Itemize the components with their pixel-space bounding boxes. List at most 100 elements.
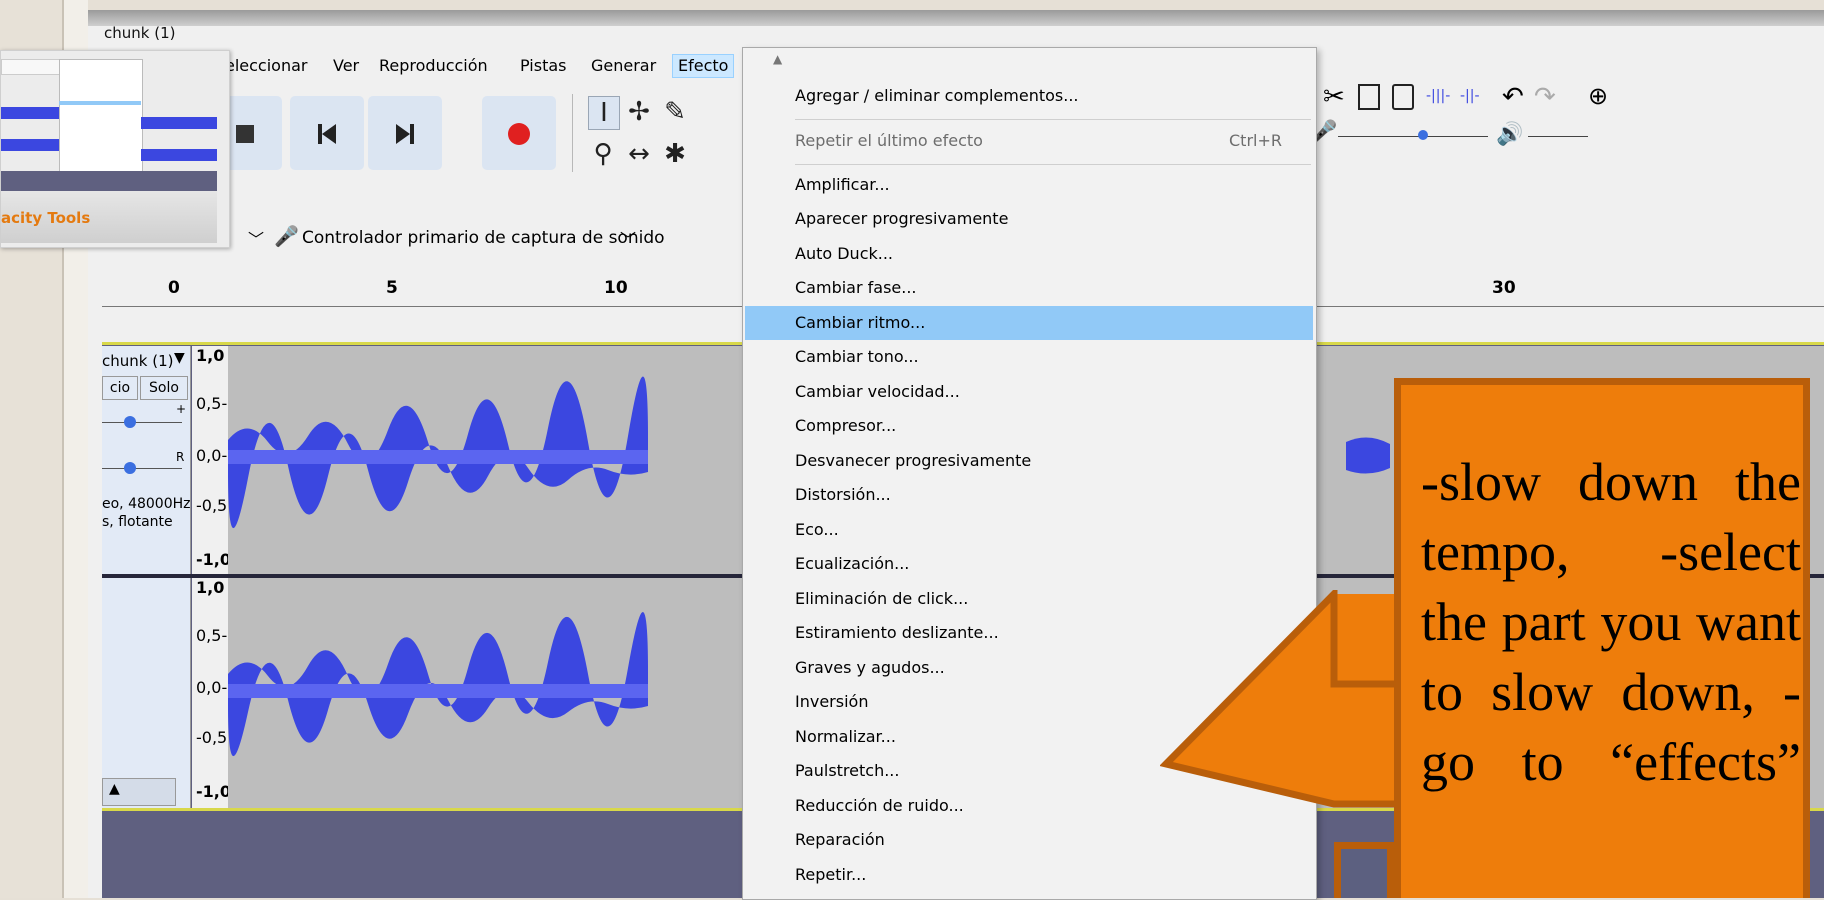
ruler-label: 30: [1492, 278, 1516, 298]
silence-icon[interactable]: -||-: [1460, 88, 1488, 106]
track-control-panel: chunk (1) ▼ cio Solo + R eo, 48000Hz s, …: [102, 346, 191, 576]
menu-item-auto-duck[interactable]: Auto Duck...: [795, 237, 893, 271]
cut-icon[interactable]: ✂: [1323, 82, 1345, 112]
menu-item-estiramiento-deslizante[interactable]: Estiramiento deslizante...: [795, 616, 999, 650]
thumbnail-menu-highlight: [59, 101, 141, 105]
skip-end-button[interactable]: [368, 96, 442, 170]
skip-start-button[interactable]: [290, 96, 364, 170]
slide-thumbnail[interactable]: acity Tools: [0, 50, 230, 248]
menu-item-aparecer-progresivamente[interactable]: Aparecer progresivamente: [795, 202, 1008, 236]
menu-item-cambiar-tono[interactable]: Cambiar tono...: [795, 340, 919, 374]
mute-button[interactable]: cio: [102, 376, 138, 400]
collapse-track-button[interactable]: ▲: [102, 778, 176, 806]
record-volume-thumb[interactable]: [1418, 130, 1428, 140]
ruler-label: 10: [604, 278, 628, 298]
ruler-label: 0: [168, 278, 180, 298]
gain-slider[interactable]: [102, 422, 182, 423]
menu-item-agregar-complementos[interactable]: Agregar / eliminar complementos...: [795, 79, 1079, 113]
timeshift-tool-icon[interactable]: ↔: [624, 138, 654, 170]
pan-right-label: R: [176, 450, 185, 464]
thumbnail-menu: [59, 59, 143, 189]
menu-item-amplificar[interactable]: Amplificar...: [795, 168, 890, 202]
chevron-down-icon[interactable]: ﹀: [620, 226, 636, 250]
track-name[interactable]: chunk (1): [102, 352, 173, 370]
trim-icon[interactable]: -|||-: [1426, 88, 1454, 106]
chevron-down-icon[interactable]: ﹀: [248, 226, 264, 250]
menu-item-cambiar-velocidad[interactable]: Cambiar velocidad...: [795, 375, 960, 409]
menu-item-eco[interactable]: Eco...: [795, 513, 839, 547]
menu-item-cambiar-ritmo[interactable]: Cambiar ritmo...: [795, 306, 925, 340]
window-frame: [88, 10, 1824, 26]
recording-device-select[interactable]: Controlador primario de captura de sonid…: [302, 228, 665, 248]
scale-label: 0,5-: [196, 626, 228, 645]
collapse-arrow-icon: ▲: [109, 781, 120, 797]
callout-arrow: [1160, 590, 1406, 808]
ruler-label: 5: [386, 278, 398, 298]
menu-ver[interactable]: Ver: [328, 55, 364, 77]
record-icon: [508, 123, 530, 145]
thumbnail-track-area: [1, 171, 217, 191]
vertical-scale: 1,0 0,5- 0,0- -0,5- -1,0: [192, 346, 233, 576]
envelope-tool-icon[interactable]: ✢: [624, 96, 654, 128]
instruction-callout: -slow down the tempo, -select the part y…: [1394, 378, 1810, 898]
menu-item-paulstretch[interactable]: Paulstretch...: [795, 754, 899, 788]
draw-tool-icon[interactable]: ✎: [660, 96, 690, 128]
scale-label: 0,0-: [196, 678, 228, 697]
callout-tail: [1334, 842, 1394, 898]
skip-end-icon: [396, 124, 414, 144]
scale-label: 0,5-: [196, 394, 228, 413]
undo-icon[interactable]: ↶: [1502, 82, 1524, 112]
menu-item-ecualizacion[interactable]: Ecualización...: [795, 547, 909, 581]
multi-tool-icon[interactable]: ✱: [660, 138, 690, 170]
track-info-rate: eo, 48000Hz: [102, 496, 191, 512]
menu-item-reduccion-ruido[interactable]: Reducción de ruido...: [795, 789, 964, 823]
zoom-in-icon[interactable]: ⊕: [1588, 82, 1608, 110]
scale-label: 0,0-: [196, 446, 228, 465]
record-button[interactable]: [482, 96, 556, 170]
gain-slider-thumb[interactable]: [124, 416, 136, 428]
track-info-format: s, flotante: [102, 514, 173, 530]
thumbnail-waveform: [141, 149, 217, 161]
menu-item-desvanecer-progresivamente[interactable]: Desvanecer progresivamente: [795, 444, 1031, 478]
vertical-scale: 1,0 0,5- 0,0- -0,5- -1,0: [192, 578, 233, 808]
menu-item-repetir[interactable]: Repetir...: [795, 858, 866, 892]
scroll-up-arrow-icon[interactable]: ▲: [773, 52, 782, 66]
record-volume-slider[interactable]: [1338, 136, 1488, 137]
microphone-icon: 🎤: [274, 224, 299, 248]
menu-generar[interactable]: Generar: [586, 55, 661, 77]
menu-item-eliminacion-click[interactable]: Eliminación de click...: [795, 582, 968, 616]
menu-separator: [795, 164, 1311, 165]
menu-item-normalizar[interactable]: Normalizar...: [795, 720, 896, 754]
menu-item-cambiar-fase[interactable]: Cambiar fase...: [795, 271, 917, 305]
selection-tool-icon[interactable]: I: [588, 96, 620, 130]
thumbnail-waveform: [1, 139, 59, 151]
speaker-icon: 🔊: [1496, 122, 1524, 147]
menu-seleccionar[interactable]: eleccionar: [220, 55, 312, 77]
menu-pistas[interactable]: Pistas: [515, 55, 572, 77]
scale-label: -1,0: [196, 550, 231, 569]
copy-icon[interactable]: [1358, 84, 1380, 110]
thumbnail-caption: acity Tools: [1, 209, 91, 227]
paste-icon[interactable]: [1392, 84, 1414, 110]
skip-start-icon: [318, 124, 336, 144]
playback-volume-slider[interactable]: [1528, 136, 1588, 137]
pan-slider[interactable]: [102, 468, 182, 469]
menu-item-inversion[interactable]: Inversión: [795, 685, 868, 719]
menu-item-reparacion[interactable]: Reparación: [795, 823, 885, 857]
track-menu-chevron-icon[interactable]: ▼: [174, 350, 185, 366]
redo-icon[interactable]: ↷: [1534, 82, 1556, 112]
solo-button[interactable]: Solo: [140, 376, 188, 400]
menu-item-distorsion[interactable]: Distorsión...: [795, 478, 891, 512]
pan-slider-thumb[interactable]: [124, 462, 136, 474]
menu-reproduccion[interactable]: Reproducción: [374, 55, 493, 77]
menu-item-repetir-ultimo-efecto: Repetir el último efecto: [795, 131, 983, 150]
menu-efecto[interactable]: Efecto: [672, 54, 735, 78]
menu-item-compresor[interactable]: Compresor...: [795, 409, 896, 443]
window-title: chunk (1): [104, 24, 176, 42]
scale-label: 1,0: [196, 346, 225, 365]
gain-plus-label: +: [176, 402, 187, 416]
menu-item-graves-agudos[interactable]: Graves y agudos...: [795, 651, 945, 685]
toolbar-separator: [572, 94, 573, 172]
zoom-tool-icon[interactable]: ⚲: [588, 138, 618, 170]
track-control-panel: ▲: [102, 578, 191, 808]
